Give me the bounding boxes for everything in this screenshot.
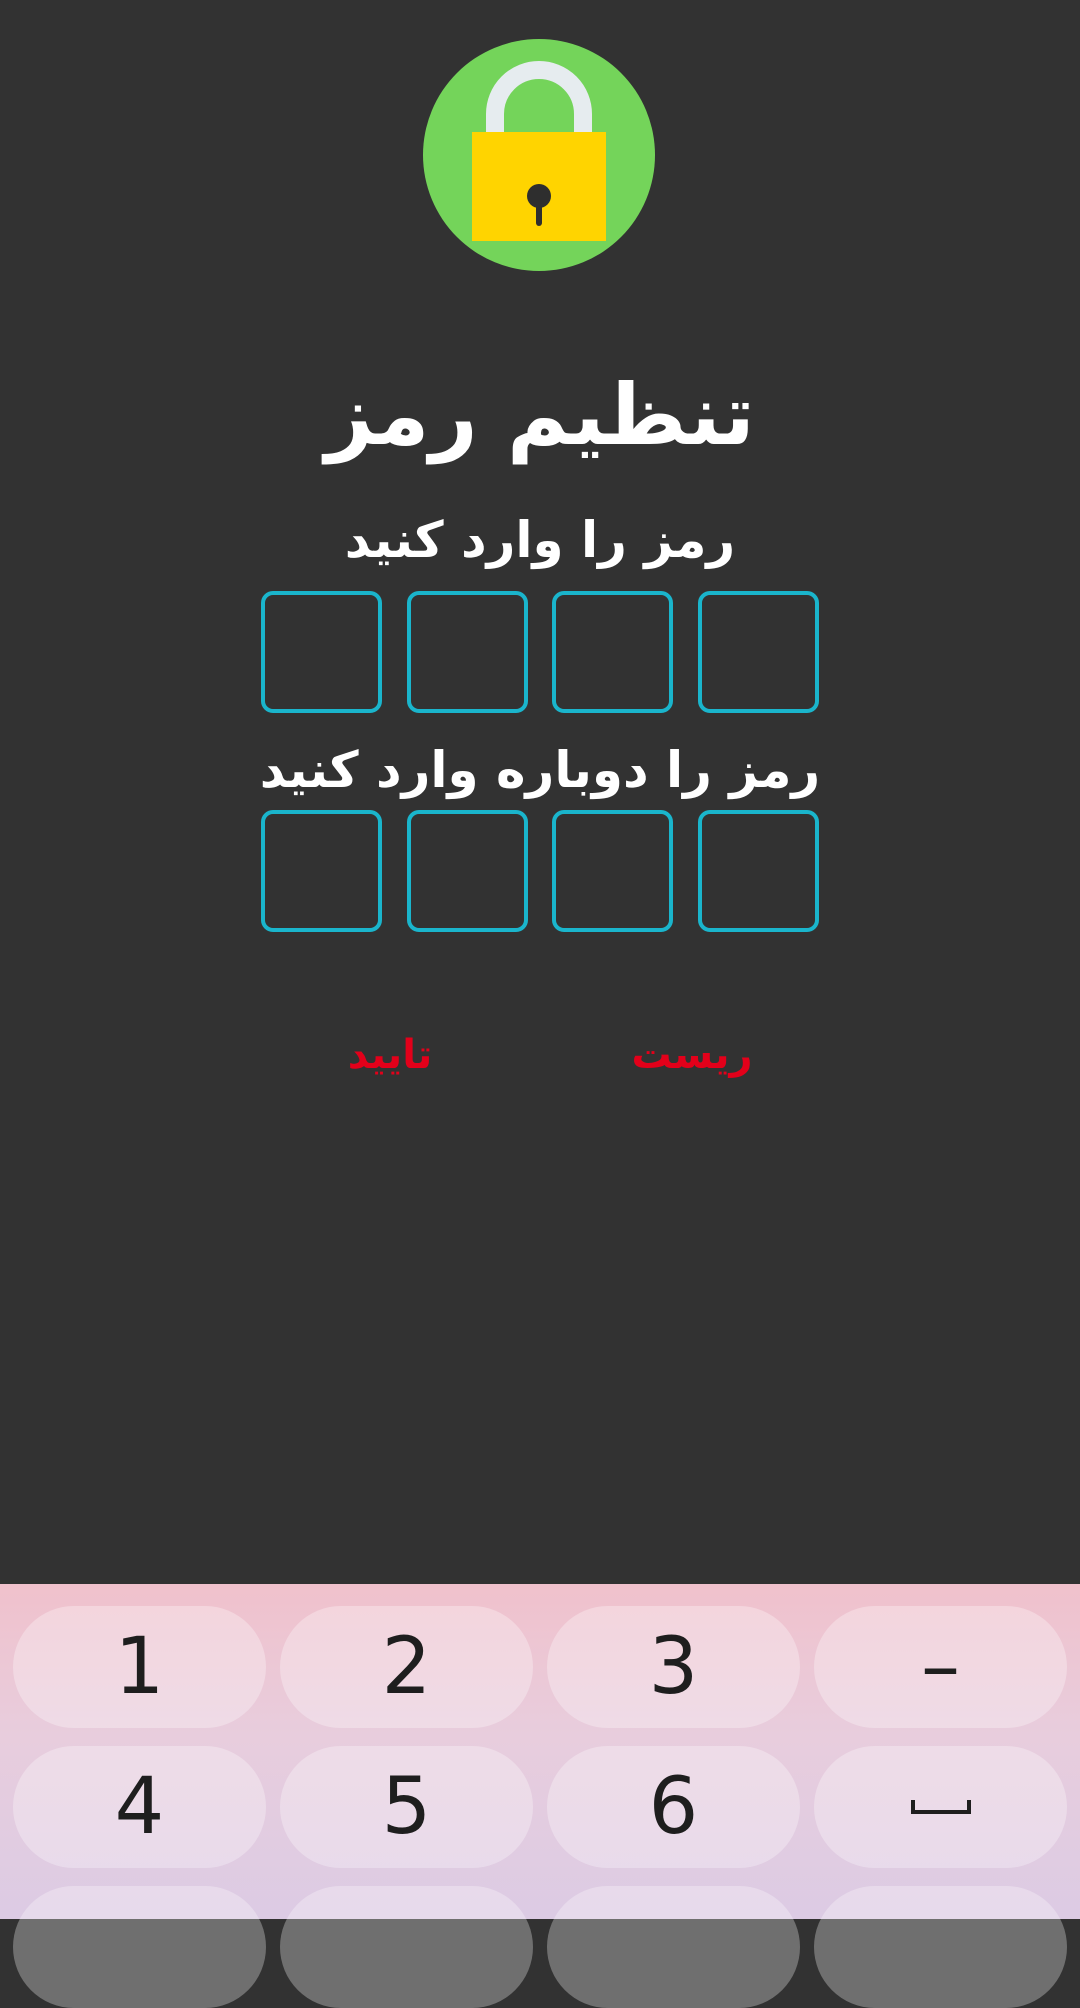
confirm-pin-digit-box[interactable] [406, 810, 528, 932]
lock-icon [423, 39, 655, 271]
page-title: تنظیم رمز [325, 366, 755, 464]
key-dash[interactable]: – [814, 1606, 1067, 1728]
pin-digit-box[interactable] [406, 591, 528, 713]
key-5[interactable]: 5 [280, 1746, 533, 1868]
key-6[interactable]: 6 [547, 1746, 800, 1868]
keyboard-key[interactable] [547, 1886, 800, 2008]
key-1[interactable]: 1 [13, 1606, 266, 1728]
confirm-pin-digit-box[interactable] [552, 810, 674, 932]
keyboard-key[interactable] [814, 1886, 1067, 2008]
space-key-icon [910, 1800, 971, 1814]
confirm-pin-digit-box[interactable] [697, 810, 819, 932]
keyboard-key[interactable] [13, 1886, 266, 2008]
confirm-pin-digit-box[interactable] [261, 810, 382, 932]
reset-button[interactable]: ریست [592, 1020, 792, 1090]
key-4[interactable]: 4 [13, 1746, 266, 1868]
key-2[interactable]: 2 [280, 1606, 533, 1728]
pin-digit-box[interactable] [261, 591, 382, 713]
pin-digit-box[interactable] [697, 591, 819, 713]
confirm-pin-input-row [261, 810, 819, 938]
enter-pin-label: رمز را وارد کنید [344, 511, 736, 569]
pin-input-row [261, 591, 819, 719]
numeric-keyboard: 1 2 3 – 4 5 6 [0, 1584, 1080, 2008]
reenter-pin-label: رمز را دوباره وارد کنید [259, 741, 821, 799]
key-space[interactable] [814, 1746, 1067, 1868]
keyboard-key[interactable] [280, 1886, 533, 2008]
pin-digit-box[interactable] [552, 591, 674, 713]
confirm-button[interactable]: تایید [290, 1020, 490, 1090]
key-3[interactable]: 3 [547, 1606, 800, 1728]
